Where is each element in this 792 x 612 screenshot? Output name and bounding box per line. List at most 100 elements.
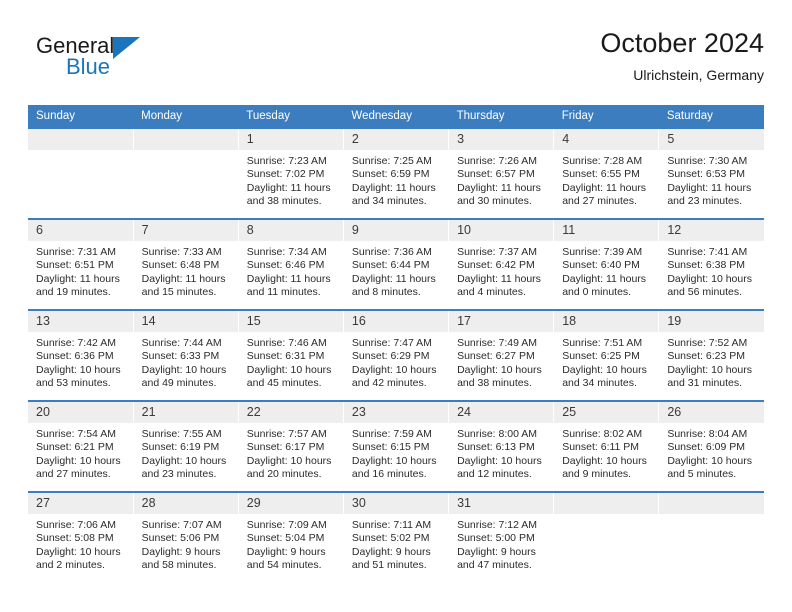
sunset-time: Sunset: 6:21 PM [36, 441, 114, 454]
calendar-day-cell[interactable]: 28 Sunrise: 7:07 AM Sunset: 5:06 PM Dayligh… [133, 491, 239, 583]
day-details: Sunrise: 7:28 AM Sunset: 6:55 PM Daylight:… [554, 150, 658, 209]
calendar-day-cell[interactable]: 26 Sunrise: 8:04 AM Sunset: 6:09 PM Dayligh… [658, 400, 764, 492]
sunset-time: Sunset: 5:04 PM [246, 532, 325, 545]
day-number: 26 [659, 402, 764, 423]
day-details: Sunrise: 7:47 AM Sunset: 6:29 PM Daylight:… [344, 332, 448, 391]
daylight-duration-line1: Daylight: 11 hours [246, 181, 331, 194]
day-details: Sunrise: 7:44 AM Sunset: 6:33 PM Daylight:… [134, 332, 238, 391]
sunset-time: Sunset: 6:38 PM [667, 259, 745, 272]
calendar-day-cell[interactable]: 24 Sunrise: 8:00 AM Sunset: 6:13 PM Dayligh… [448, 400, 555, 492]
calendar-day-cell[interactable]: 8 Sunrise: 7:34 AM Sunset: 6:46 PM Daylight… [238, 218, 344, 310]
daylight-duration-line2: and 12 minutes. [457, 468, 532, 481]
day-number: 2 [343, 129, 449, 150]
sunrise-sunset-calendar-table: Sunday Monday Tuesday Wednesday Thursday… [28, 105, 764, 583]
calendar-day-cell[interactable]: 7 Sunrise: 7:33 AM Sunset: 6:48 PM Daylight… [133, 218, 239, 310]
sunset-time: Sunset: 6:23 PM [667, 350, 745, 363]
daylight-duration-line2: and 8 minutes. [351, 286, 421, 299]
day-number: 22 [238, 402, 343, 423]
daylight-duration-line2: and 5 minutes. [667, 468, 737, 481]
sunrise-time: Sunrise: 8:02 AM [562, 428, 643, 440]
calendar-day-cell[interactable]: 12 Sunrise: 7:41 AM Sunset: 6:38 PM Dayligh… [658, 218, 764, 310]
day-number: 21 [133, 402, 238, 423]
calendar-day-cell[interactable]: 10 Sunrise: 7:37 AM Sunset: 6:42 PM Dayligh… [448, 218, 555, 310]
sunset-time: Sunset: 6:40 PM [562, 259, 640, 272]
daylight-duration-line2: and 49 minutes. [141, 377, 217, 390]
calendar-day-cell[interactable]: 20 Sunrise: 7:54 AM Sunset: 6:21 PM Dayligh… [28, 400, 134, 492]
calendar-day-cell[interactable]: 16 Sunrise: 7:47 AM Sunset: 6:29 PM Dayligh… [343, 309, 450, 401]
day-details: Sunrise: 7:34 AM Sunset: 6:46 PM Daylight:… [239, 241, 343, 300]
day-details: Sunrise: 7:59 AM Sunset: 6:15 PM Daylight:… [344, 423, 448, 482]
day-cell-inner: 27 Sunrise: 7:06 AM Sunset: 5:08 PM Dayligh… [28, 493, 133, 582]
day-cell-inner: 8 Sunrise: 7:34 AM Sunset: 6:46 PM Daylight… [238, 220, 343, 309]
daylight-duration-line1: Daylight: 10 hours [246, 454, 332, 467]
day-details: Sunrise: 7:39 AM Sunset: 6:40 PM Daylight:… [554, 241, 658, 300]
day-details: Sunrise: 7:54 AM Sunset: 6:21 PM Daylight:… [28, 423, 133, 482]
general-blue-logo[interactable]: General Blue [36, 34, 156, 92]
daylight-duration-line1: Daylight: 11 hours [351, 181, 436, 194]
day-details: Sunrise: 7:41 AM Sunset: 6:38 PM Daylight:… [659, 241, 764, 300]
calendar-day-cell[interactable]: 11 Sunrise: 7:39 AM Sunset: 6:40 PM Dayligh… [553, 218, 660, 310]
sunrise-time: Sunrise: 7:23 AM [246, 155, 327, 167]
day-cell-inner: 14 Sunrise: 7:44 AM Sunset: 6:33 PM Dayligh… [133, 311, 238, 400]
triangle-mark-icon [113, 37, 140, 59]
day-cell-inner: 19 Sunrise: 7:52 AM Sunset: 6:23 PM Dayligh… [659, 311, 764, 400]
daylight-duration-line1: Daylight: 11 hours [246, 272, 331, 285]
day-number: 24 [449, 402, 554, 423]
calendar-day-cell[interactable]: 4 Sunrise: 7:28 AM Sunset: 6:55 PM Daylight… [553, 127, 660, 219]
calendar-day-cell[interactable]: 1 Sunrise: 7:23 AM Sunset: 7:02 PM Daylight… [238, 127, 344, 219]
daylight-duration-line2: and 38 minutes. [246, 195, 322, 208]
daylight-duration-line2: and 34 minutes. [562, 377, 637, 390]
day-cell-inner: 18 Sunrise: 7:51 AM Sunset: 6:25 PM Dayligh… [554, 311, 659, 400]
calendar-day-cell[interactable]: 19 Sunrise: 7:52 AM Sunset: 6:23 PM Dayligh… [658, 309, 764, 401]
day-number: 28 [133, 493, 238, 514]
daylight-duration-line2: and 56 minutes. [667, 286, 743, 299]
daylight-duration-line1: Daylight: 11 hours [562, 272, 647, 285]
day-number: 5 [659, 129, 764, 150]
calendar-day-cell[interactable]: 14 Sunrise: 7:44 AM Sunset: 6:33 PM Dayligh… [133, 309, 239, 401]
sunset-time: Sunset: 6:55 PM [562, 168, 640, 181]
daylight-duration-line1: Daylight: 10 hours [36, 545, 121, 558]
day-details: Sunrise: 7:25 AM Sunset: 6:59 PM Daylight:… [344, 150, 448, 209]
daylight-duration-line1: Daylight: 10 hours [667, 454, 752, 467]
daylight-duration-line1: Daylight: 10 hours [36, 454, 121, 467]
calendar-day-cell[interactable]: 15 Sunrise: 7:46 AM Sunset: 6:31 PM Dayligh… [238, 309, 344, 401]
sunset-time: Sunset: 6:44 PM [351, 259, 430, 272]
day-details: Sunrise: 7:23 AM Sunset: 7:02 PM Daylight:… [239, 150, 343, 209]
sunset-time: Sunset: 6:13 PM [457, 441, 535, 454]
calendar-day-cell[interactable]: 18 Sunrise: 7:51 AM Sunset: 6:25 PM Dayligh… [553, 309, 660, 401]
day-number: 30 [343, 493, 449, 514]
sunset-time: Sunset: 5:00 PM [457, 532, 535, 545]
day-number: 31 [449, 493, 554, 514]
calendar-day-cell[interactable]: 25 Sunrise: 8:02 AM Sunset: 6:11 PM Dayligh… [553, 400, 660, 492]
daylight-duration-line2: and 16 minutes. [351, 468, 427, 481]
calendar-day-cell[interactable]: 21 Sunrise: 7:55 AM Sunset: 6:19 PM Dayligh… [133, 400, 239, 492]
calendar-day-cell[interactable]: 3 Sunrise: 7:26 AM Sunset: 6:57 PM Daylight… [448, 127, 555, 219]
calendar-day-cell[interactable]: 31 Sunrise: 7:12 AM Sunset: 5:00 PM Dayligh… [448, 491, 555, 583]
sunrise-time: Sunrise: 7:12 AM [457, 519, 538, 531]
calendar-day-cell[interactable]: 23 Sunrise: 7:59 AM Sunset: 6:15 PM Dayligh… [343, 400, 450, 492]
calendar-day-cell[interactable]: 6 Sunrise: 7:31 AM Sunset: 6:51 PM Daylight… [28, 218, 134, 310]
day-cell-inner: 29 Sunrise: 7:09 AM Sunset: 5:04 PM Dayligh… [238, 493, 343, 582]
calendar-day-cell[interactable]: 2 Sunrise: 7:25 AM Sunset: 6:59 PM Daylight… [343, 127, 450, 219]
sunset-time: Sunset: 5:08 PM [36, 532, 114, 545]
calendar-day-cell[interactable]: 30 Sunrise: 7:11 AM Sunset: 5:02 PM Dayligh… [343, 491, 450, 583]
daylight-duration-line2: and 4 minutes. [457, 286, 526, 299]
logo-word-blue: Blue [66, 54, 111, 79]
daylight-duration-line2: and 45 minutes. [246, 377, 322, 390]
day-number: 13 [28, 311, 133, 332]
sunrise-time: Sunrise: 7:55 AM [141, 428, 222, 440]
day-details: Sunrise: 7:26 AM Sunset: 6:57 PM Daylight:… [449, 150, 553, 209]
calendar-day-cell[interactable]: 22 Sunrise: 7:57 AM Sunset: 6:17 PM Dayligh… [238, 400, 344, 492]
calendar-day-cell[interactable]: 29 Sunrise: 7:09 AM Sunset: 5:04 PM Dayligh… [238, 491, 344, 583]
calendar-day-cell[interactable]: 13 Sunrise: 7:42 AM Sunset: 6:36 PM Dayligh… [28, 309, 134, 401]
calendar-day-cell[interactable]: 5 Sunrise: 7:30 AM Sunset: 6:53 PM Daylight… [658, 127, 764, 219]
day-cell-inner: 17 Sunrise: 7:49 AM Sunset: 6:27 PM Dayligh… [449, 311, 554, 400]
calendar-day-cell[interactable]: 27 Sunrise: 7:06 AM Sunset: 5:08 PM Dayligh… [28, 491, 134, 583]
sunrise-time: Sunrise: 7:41 AM [667, 246, 748, 258]
sunrise-time: Sunrise: 7:49 AM [457, 337, 538, 349]
day-cell-inner: 20 Sunrise: 7:54 AM Sunset: 6:21 PM Dayligh… [28, 402, 133, 491]
calendar-day-cell[interactable]: 17 Sunrise: 7:49 AM Sunset: 6:27 PM Dayligh… [448, 309, 555, 401]
calendar-day-cell[interactable]: 9 Sunrise: 7:36 AM Sunset: 6:44 PM Daylight… [343, 218, 450, 310]
daylight-duration-line2: and 27 minutes. [562, 195, 637, 208]
daylight-duration-line2: and 19 minutes. [36, 286, 111, 299]
